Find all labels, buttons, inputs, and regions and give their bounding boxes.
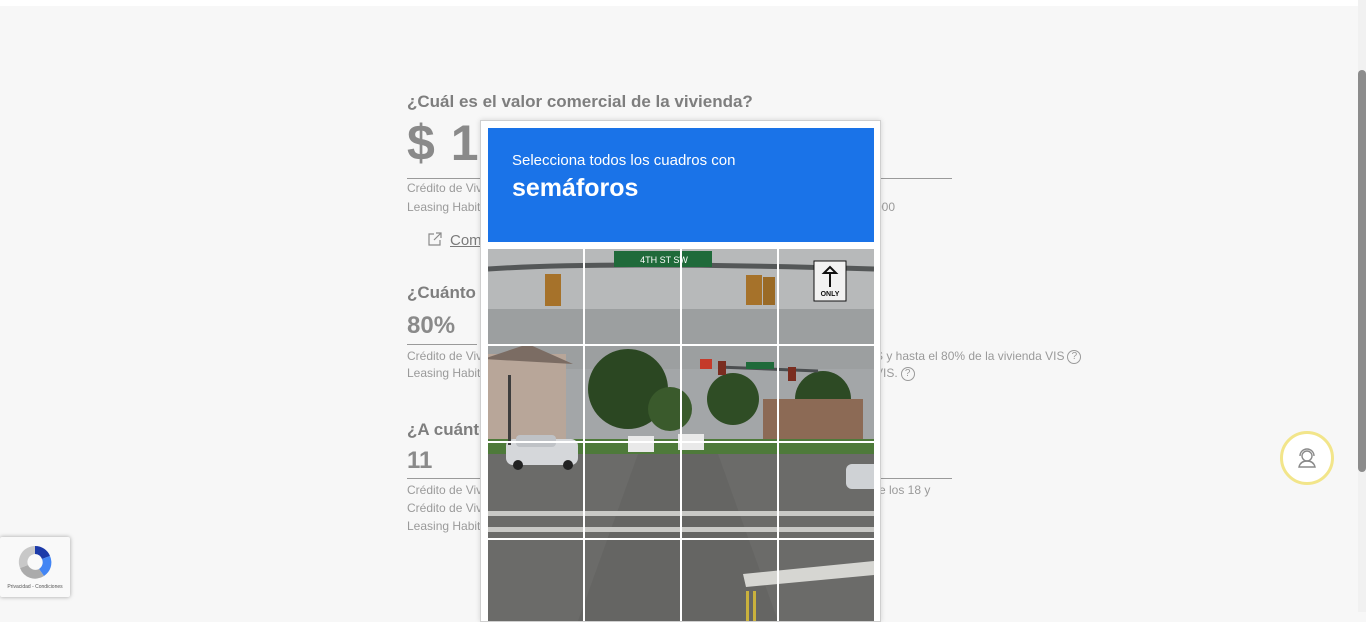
captcha-tile-15[interactable]: [682, 540, 777, 621]
financing-percent-select[interactable]: 80%: [407, 312, 455, 340]
captcha-tile-5[interactable]: [488, 346, 583, 441]
captcha-tile-13[interactable]: [488, 540, 583, 621]
note-vis-limit: S y hasta el 80% de la vivienda VIS?: [875, 349, 1082, 364]
question-financing-amount: ¿Cuánto d: [407, 283, 492, 302]
top-bar: [0, 0, 1358, 6]
captcha-tile-16[interactable]: [779, 540, 874, 621]
support-button[interactable]: [1280, 431, 1334, 485]
scrollbar-thumb[interactable]: [1358, 70, 1366, 472]
question-term: ¿A cuánto: [407, 420, 490, 439]
note-age: re los 18 y: [875, 483, 931, 497]
captcha-tile-8[interactable]: [779, 346, 874, 441]
captcha-tile-1[interactable]: [488, 249, 583, 344]
financing-underline: [407, 344, 477, 345]
recaptcha-logo-icon: [18, 545, 52, 579]
captcha-tile-6[interactable]: [585, 346, 680, 441]
note-credito-2: Crédito de Viv: [407, 349, 483, 363]
captcha-tile-12[interactable]: [779, 443, 874, 538]
note-leasing: Leasing Habit: [407, 200, 481, 214]
recaptcha-footer[interactable]: Privacidad - Condiciones: [0, 584, 70, 590]
question-circle-icon[interactable]: ?: [1067, 349, 1082, 364]
note-vis-limit-text: S y hasta el 80% de la vivienda VIS: [875, 349, 1065, 363]
note-leasing-2: Leasing Habit: [407, 366, 481, 380]
captcha-object: semáforos: [512, 174, 639, 202]
property-value-input[interactable]: $ 1: [407, 114, 480, 172]
captcha-tile-10[interactable]: [585, 443, 680, 538]
captcha-tile-3[interactable]: [682, 249, 777, 344]
compare-link[interactable]: Com: [450, 232, 482, 249]
term-input[interactable]: 11: [407, 447, 432, 475]
recaptcha-badge[interactable]: Privacidad - Condiciones: [0, 537, 70, 597]
support-agent-icon: [1298, 448, 1316, 468]
captcha-header: Selecciona todos los cuadros con semáfor…: [488, 128, 874, 242]
note-credito-4: Crédito de Viv: [407, 501, 483, 515]
captcha-tile-9[interactable]: [488, 443, 583, 538]
note-leasing-3: Leasing Habit: [407, 519, 481, 533]
captcha-tile-14[interactable]: [585, 540, 680, 621]
captcha-challenge: Selecciona todos los cuadros con semáfor…: [480, 120, 881, 622]
captcha-tile-4[interactable]: [779, 249, 874, 344]
external-link-icon: [428, 232, 442, 246]
captcha-tile-7[interactable]: [682, 346, 777, 441]
note-credito: Crédito de Viv: [407, 181, 483, 195]
captcha-image-grid: 4TH ST SW ONLY: [488, 249, 874, 621]
question-circle-icon[interactable]: ?: [900, 366, 915, 381]
captcha-tile-11[interactable]: [682, 443, 777, 538]
note-credito-3: Crédito de Viv: [407, 483, 483, 497]
question-property-value: ¿Cuál es el valor comercial de la vivien…: [407, 92, 753, 111]
captcha-tile-2[interactable]: [585, 249, 680, 344]
captcha-instruction: Selecciona todos los cuadros con: [512, 152, 736, 169]
